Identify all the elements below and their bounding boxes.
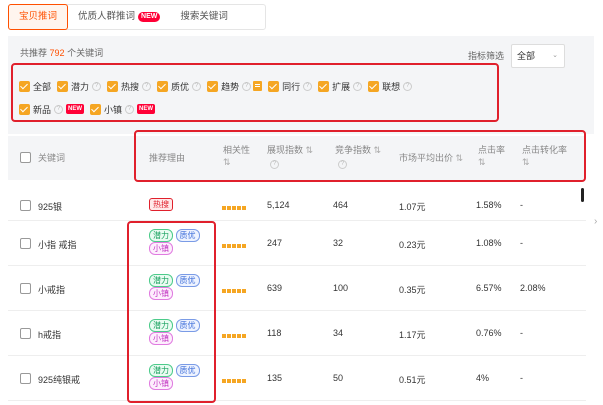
keyword-total: 共推荐 792 个关键词 [20, 48, 104, 58]
keyword-count: 792 [49, 48, 65, 58]
keyword-cell: 小指 戒指 [38, 240, 77, 250]
tab-label: 搜索关键词 [180, 11, 228, 22]
table-row[interactable]: 小戒指 潜力 质优 小镇 639 100 0.35元 6.57% 2.08% [8, 266, 586, 311]
reason-cell: 热搜 [149, 198, 173, 211]
ctr-cell: 1.58% [476, 200, 502, 210]
competition-cell: 34 [333, 328, 344, 338]
ctr-cell: 1.08% [476, 238, 502, 248]
ctr-cell: 6.57% [476, 283, 502, 293]
avg-bid-cell: 0.35元 [399, 285, 426, 295]
table-row[interactable]: h戒指 潜力 质优 小镇 118 34 1.17元 0.76% - [8, 311, 586, 356]
table-row[interactable]: 925纯银戒 潜力 质优 小镇 135 50 0.51元 4% - [8, 356, 586, 401]
tab-bar: 宝贝推词 优质人群推词 NEW 搜索关键词 [8, 4, 266, 30]
avg-bid-cell: 0.23元 [399, 240, 426, 250]
relevance-bar [222, 240, 246, 250]
impressions-cell: 639 [267, 283, 283, 293]
column-keyword: 关键词 [38, 153, 66, 163]
row-checkbox[interactable] [20, 328, 31, 339]
cvr-cell: - [520, 238, 523, 248]
highlight-filter-checkboxes [11, 63, 499, 122]
metric-filter-select[interactable]: 全部 ⌄ [511, 44, 565, 68]
highlight-metric-columns [134, 130, 586, 182]
impressions-cell: 135 [267, 373, 283, 383]
row-checkbox[interactable] [20, 200, 31, 211]
row-checkbox[interactable] [20, 373, 31, 384]
relevance-bar [222, 330, 246, 340]
impressions-cell: 5,124 [267, 200, 290, 210]
impressions-cell: 118 [267, 328, 282, 338]
cvr-cell: - [520, 200, 523, 210]
avg-bid-cell: 0.51元 [399, 375, 426, 385]
tab-label: 优质人群推词 [78, 11, 136, 22]
relevance-bar [222, 202, 246, 212]
cvr-cell: 2.08% [520, 283, 546, 293]
row-checkbox[interactable] [20, 283, 31, 294]
competition-cell: 100 [333, 283, 349, 293]
ctr-cell: 4% [476, 373, 490, 383]
cvr-cell: - [520, 373, 523, 383]
relevance-bar [222, 285, 246, 295]
new-badge: NEW [138, 12, 161, 22]
ctr-cell: 0.76% [476, 328, 502, 338]
avg-bid-cell: 1.17元 [399, 330, 426, 340]
tag-hot-search: 热搜 [149, 198, 173, 211]
tab-label: 宝贝推词 [19, 11, 58, 22]
tab-quality-audience[interactable]: 优质人群推词 NEW [68, 5, 170, 29]
highlight-reason-tags [127, 221, 216, 403]
tab-product-keywords[interactable]: 宝贝推词 [8, 4, 69, 30]
scrollbar-thumb[interactable] [581, 188, 584, 202]
keyword-cell: 925银 [38, 202, 63, 212]
metric-filter-label: 指标筛选 [468, 51, 505, 61]
row-checkbox[interactable] [20, 238, 31, 249]
competition-cell: 50 [333, 373, 344, 383]
competition-cell: 464 [333, 200, 349, 210]
avg-bid-cell: 1.07元 [399, 202, 426, 212]
keyword-cell: 小戒指 [38, 285, 66, 295]
relevance-bar [222, 375, 246, 385]
competition-cell: 32 [333, 238, 344, 248]
chevron-right-icon[interactable]: › [594, 216, 597, 227]
chevron-down-icon: ⌄ [552, 52, 558, 59]
tab-search-keywords[interactable]: 搜索关键词 [170, 5, 238, 29]
impressions-cell: 247 [267, 238, 283, 248]
table-row[interactable]: 小指 戒指 潜力 质优 小镇 247 32 0.23元 1.08% - [8, 221, 586, 266]
table-row[interactable]: 925银 热搜 5,124 464 1.07元 1.58% - [8, 190, 586, 221]
cvr-cell: - [520, 328, 523, 338]
select-all-checkbox[interactable] [20, 152, 31, 163]
keyword-cell: 925纯银戒 [38, 375, 81, 385]
keyword-cell: h戒指 [38, 330, 62, 340]
